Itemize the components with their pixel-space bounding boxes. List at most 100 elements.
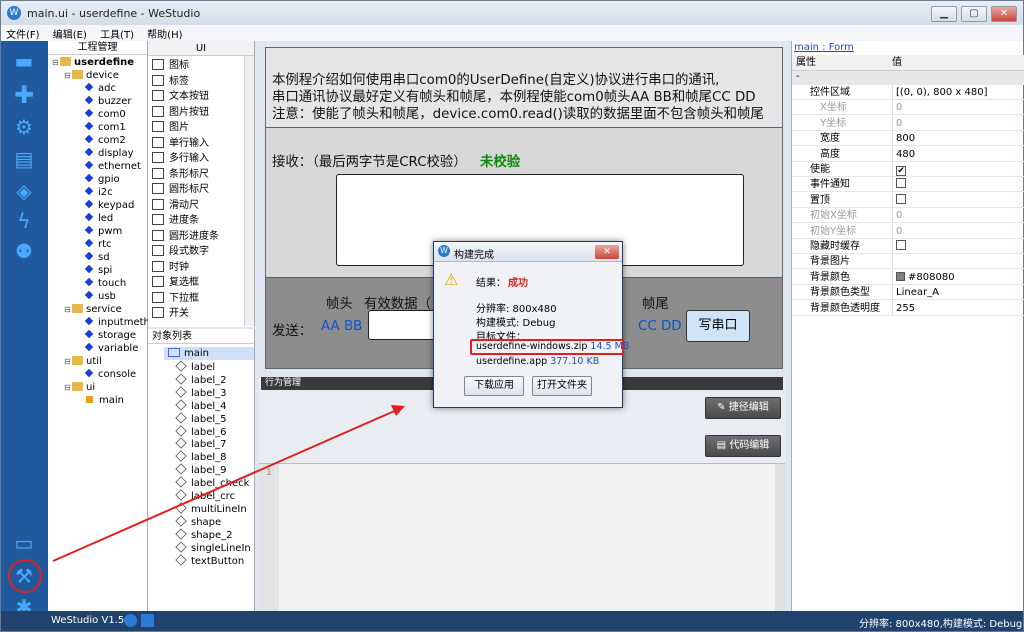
tree-root[interactable]: ⊟ userdefine [52, 56, 134, 69]
tree-item[interactable]: storage [84, 329, 136, 342]
write-serial-button[interactable]: 写串口 [686, 310, 750, 342]
open-folder-button[interactable]: 打开文件夹 [532, 376, 592, 396]
tree-item[interactable]: com1 [84, 121, 126, 134]
property-checkbox[interactable] [896, 193, 906, 204]
tree-item[interactable]: keypad [84, 199, 134, 212]
object-list-item[interactable]: label_7 [175, 437, 227, 451]
palette-item[interactable]: 段式数字 [152, 244, 209, 259]
object-list-item[interactable]: shape [175, 515, 221, 529]
palette-item[interactable]: 单行输入 [152, 136, 209, 151]
property-row[interactable]: 控件区域 [(0, 0), 800 x 480] [792, 85, 1024, 100]
document-icon[interactable]: ▤ [11, 147, 37, 171]
tree-item[interactable]: display [84, 147, 134, 160]
quick-edit-button[interactable]: ✎ 捷径编辑 [705, 397, 781, 419]
menu-tools[interactable]: 工具(T) [95, 25, 139, 42]
object-list-item[interactable]: label [175, 360, 215, 374]
file1-link[interactable]: userdefine-windows.zip 14.5 MB [476, 341, 629, 352]
tree-folder-util[interactable]: ⊟ util [64, 355, 102, 368]
property-row[interactable]: 隐藏时缓存 [792, 239, 1024, 254]
palette-item[interactable]: 多行输入 [152, 151, 209, 166]
tree-item[interactable]: main [86, 394, 124, 407]
property-row[interactable]: 背景颜色透明度 255 [792, 300, 1024, 316]
code-edit-button[interactable]: ▤ 代码编辑 [705, 435, 781, 457]
property-row[interactable]: X坐标 0 [792, 100, 1024, 116]
palette-item[interactable]: 复选框 [152, 275, 199, 290]
property-tab[interactable]: main : Form [794, 42, 854, 53]
property-row[interactable]: 事件通知 [792, 177, 1024, 193]
property-checkbox[interactable] [896, 178, 906, 189]
object-list-item[interactable]: label_6 [175, 424, 227, 439]
minimize-button[interactable]: ▁ [931, 6, 957, 22]
monitor-icon[interactable]: ▭ [11, 531, 37, 555]
tree-item[interactable]: buzzer [84, 95, 131, 108]
network-icon[interactable]: ⚉ [11, 239, 37, 263]
tree-folder-ui[interactable]: ⊟ ui [64, 381, 95, 394]
object-list-item[interactable]: label_3 [175, 386, 227, 400]
palette-item[interactable]: 下拉框 [152, 291, 199, 306]
tree-item[interactable]: i2c [84, 186, 113, 199]
palette-item[interactable]: 圆形进度条 [152, 229, 219, 244]
tree-item[interactable]: ethernet [84, 160, 141, 173]
palette-item[interactable]: 条形标尺 [152, 167, 209, 182]
palette-item[interactable]: 图标 [152, 58, 189, 73]
object-list-item[interactable]: label_check [175, 476, 249, 490]
tree-item[interactable]: sd [84, 251, 110, 264]
tree-folder-device[interactable]: ⊟ device [64, 69, 119, 82]
object-list-item[interactable]: multiLineIn [175, 502, 247, 516]
dialog-close-button[interactable]: ✕ [595, 245, 619, 259]
palette-item[interactable]: 文本按钮 [152, 89, 209, 104]
property-checkbox[interactable] [896, 240, 906, 250]
tree-item[interactable]: adc [84, 82, 116, 95]
tree-item[interactable]: spi [84, 264, 112, 277]
palette-item[interactable]: 开关 [152, 306, 189, 321]
object-list-item[interactable]: label_8 [175, 450, 227, 464]
palette-scrollbar[interactable] [244, 56, 254, 326]
palette-item[interactable]: 滑动尺 [152, 198, 199, 213]
object-list-item[interactable]: label_crc [175, 489, 235, 503]
globe-icon[interactable] [124, 614, 137, 627]
build-hammer-icon[interactable]: ⚒ [11, 564, 37, 588]
gear-icon[interactable]: ⚙ [11, 115, 37, 139]
send-input[interactable] [368, 310, 436, 340]
tree-folder-service[interactable]: ⊟ service [64, 303, 122, 316]
tree-item[interactable]: variable [84, 342, 138, 355]
tree-item[interactable]: pwm [84, 225, 122, 238]
property-row[interactable]: 背景图片 [792, 254, 1024, 270]
object-list-item[interactable]: label_2 [175, 373, 227, 387]
object-list-item[interactable]: label_9 [175, 463, 227, 477]
tree-item[interactable]: led [84, 212, 113, 225]
code-editor[interactable]: 1 [259, 463, 785, 612]
editor-scrollbar[interactable] [775, 464, 785, 612]
object-list-item[interactable]: label_5 [175, 411, 227, 426]
menu-file[interactable]: 文件(F) [1, 25, 45, 42]
tree-item[interactable]: rtc [84, 238, 112, 251]
property-checkbox[interactable]: ✔ [896, 166, 906, 176]
tree-item[interactable]: console [84, 368, 136, 381]
diamond-icon[interactable]: ◈ [11, 179, 37, 203]
palette-item[interactable]: 标签 [152, 74, 189, 89]
maximize-button[interactable]: ▢ [961, 6, 987, 22]
property-row[interactable]: 背景颜色 #808080 [792, 269, 1024, 285]
tree-item[interactable]: com0 [84, 108, 126, 121]
add-icon[interactable]: ✚ [11, 83, 37, 107]
palette-item[interactable]: 图片按钮 [152, 105, 209, 120]
object-list-item[interactable]: label_4 [175, 399, 227, 413]
file2-link[interactable]: userdefine.app 377.10 KB [476, 356, 599, 367]
menu-edit[interactable]: 编辑(E) [48, 25, 92, 42]
object-list-item[interactable]: shape_2 [175, 528, 233, 542]
close-button[interactable]: ✕ [991, 6, 1017, 22]
tree-item[interactable]: touch [84, 277, 126, 290]
tree-item[interactable]: com2 [84, 134, 126, 147]
tree-item[interactable]: usb [84, 290, 116, 303]
palette-item[interactable]: 图片 [152, 120, 189, 135]
property-row[interactable]: 初始Y坐标 0 [792, 223, 1024, 239]
palette-item[interactable]: 进度条 [152, 213, 199, 228]
object-list-item[interactable]: singleLineIn [175, 540, 251, 555]
folder-icon[interactable]: ▬ [11, 49, 37, 73]
tree-item[interactable]: gpio [84, 173, 120, 186]
property-row[interactable]: 背景颜色类型 Linear_A [792, 285, 1024, 301]
palette-item[interactable]: 圆形标尺 [152, 182, 209, 197]
property-row[interactable]: 高度 480 [792, 146, 1024, 162]
property-row[interactable]: 宽度 800 [792, 131, 1024, 147]
property-row[interactable]: 置顶 [792, 192, 1024, 208]
